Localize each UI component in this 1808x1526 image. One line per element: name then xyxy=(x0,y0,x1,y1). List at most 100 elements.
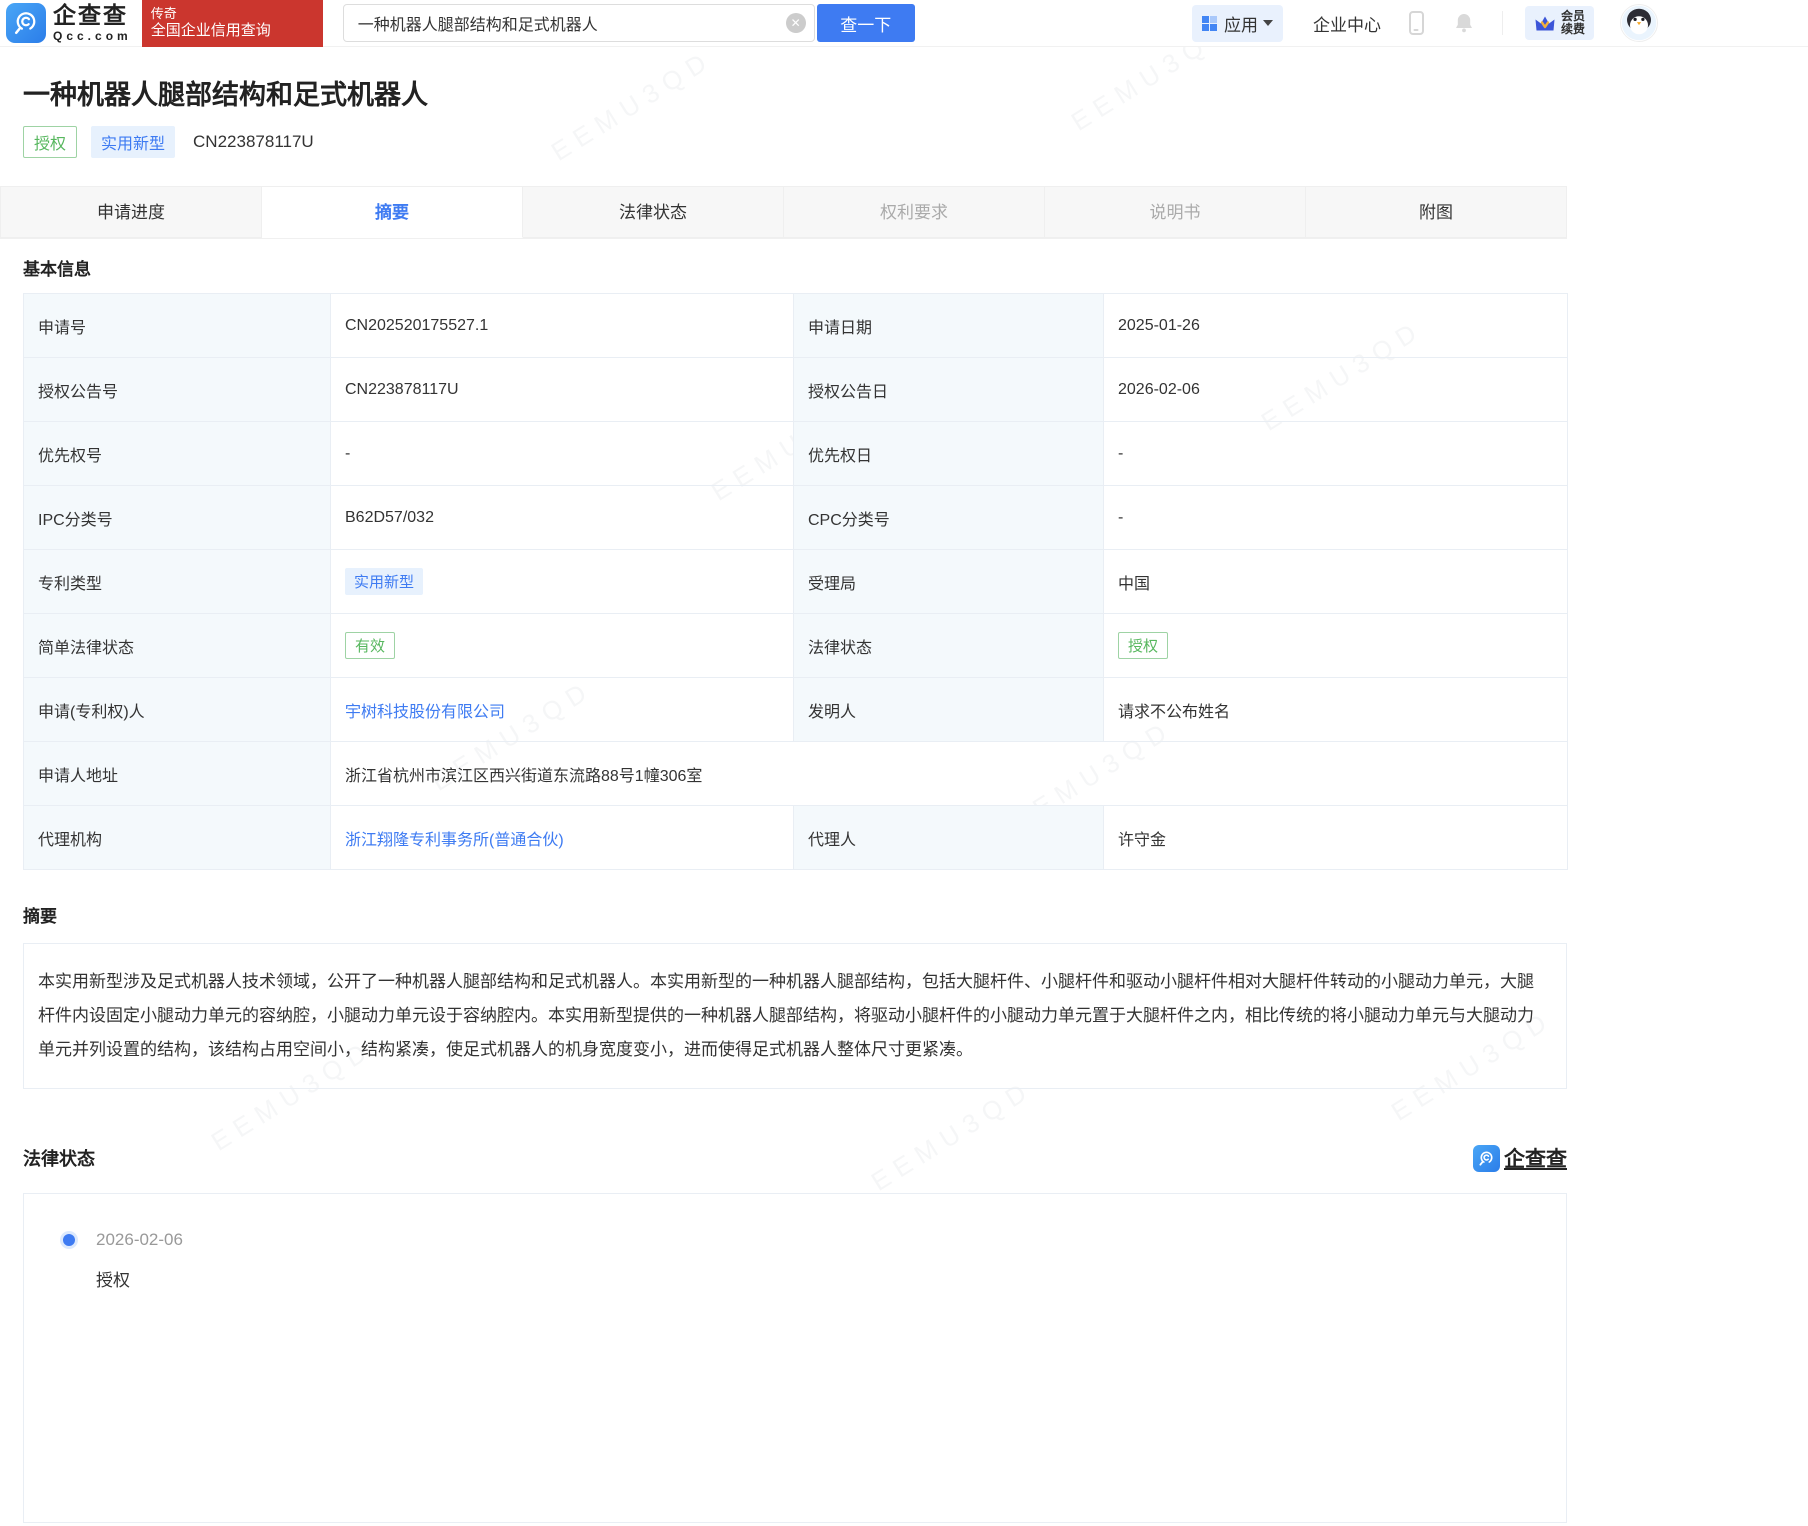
field-value: 许守金 xyxy=(1104,806,1568,870)
page-title: 一种机器人腿部结构和足式机器人 xyxy=(23,73,1567,112)
table-row: 代理机构 浙江翔隆专利事务所(普通合伙) 代理人 许守金 xyxy=(24,806,1568,870)
field-label: 代理人 xyxy=(794,806,1104,870)
table-row: 申请人地址 浙江省杭州市滨江区西兴街道东流路88号1幢306室 xyxy=(24,742,1568,806)
crown-icon xyxy=(1534,14,1556,33)
penguin-avatar-icon xyxy=(1621,5,1657,41)
field-value: 中国 xyxy=(1104,550,1568,614)
ribbon-line2: 全国企业信用查询 xyxy=(151,22,314,40)
field-label: 申请日期 xyxy=(794,294,1104,358)
field-value: 授权 xyxy=(1104,614,1568,678)
qcc-logo-text: 企查查 Qcc.com xyxy=(53,4,132,42)
table-row: 申请(专利权)人 宇树科技股份有限公司 发明人 请求不公布姓名 xyxy=(24,678,1568,742)
user-avatar[interactable] xyxy=(1620,4,1658,42)
timeline-date: 2026-02-06 xyxy=(96,1230,183,1250)
table-row: 简单法律状态 有效 法律状态 授权 xyxy=(24,614,1568,678)
apps-grid-icon xyxy=(1202,16,1217,31)
field-value: 2025-01-26 xyxy=(1104,294,1568,358)
table-row: 优先权号 - 优先权日 - xyxy=(24,422,1568,486)
table-row: IPC分类号 B62D57/032 CPC分类号 - xyxy=(24,486,1568,550)
abstract-text: 本实用新型涉及足式机器人技术领域，公开了一种机器人腿部结构和足式机器人。本实用新… xyxy=(23,943,1567,1089)
field-label: 优先权日 xyxy=(794,422,1104,486)
brand-ribbon: 传奇 全国企业信用查询 xyxy=(142,0,323,47)
header-right-nav: 应用 企业中心 会员 续费 xyxy=(1192,4,1658,42)
field-value: - xyxy=(1104,486,1568,550)
table-row: 授权公告号 CN223878117U 授权公告日 2026-02-06 xyxy=(24,358,1568,422)
field-label: 代理机构 xyxy=(24,806,331,870)
field-label: 简单法律状态 xyxy=(24,614,331,678)
membership-label: 会员 续费 xyxy=(1561,10,1585,36)
field-label: 申请人地址 xyxy=(24,742,331,806)
qcc-brand-mark[interactable]: 企查查 xyxy=(1473,1143,1567,1173)
header-divider xyxy=(1502,11,1503,35)
mobile-app-button[interactable] xyxy=(1409,11,1424,35)
field-label: 申请号 xyxy=(24,294,331,358)
field-value: CN223878117U xyxy=(331,358,794,422)
qcc-logo-icon xyxy=(6,3,46,43)
membership-renew-button[interactable]: 会员 续费 xyxy=(1525,6,1594,40)
chevron-down-icon xyxy=(1263,20,1273,26)
tab-application-progress[interactable]: 申请进度 xyxy=(0,186,262,238)
tab-legal-status[interactable]: 法律状态 xyxy=(523,186,784,238)
timeline-item: 2026-02-06 授权 xyxy=(63,1230,183,1291)
qcc-mini-icon xyxy=(1473,1145,1500,1172)
enterprise-center-link[interactable]: 企业中心 xyxy=(1313,11,1381,36)
applicant-company-link[interactable]: 宇树科技股份有限公司 xyxy=(345,704,505,721)
patent-type-tag[interactable]: 实用新型 xyxy=(345,568,423,595)
field-value: CN202520175527.1 xyxy=(331,294,794,358)
field-value: 有效 xyxy=(331,614,794,678)
patent-detail-page: 一种机器人腿部结构和足式机器人 授权 实用新型 CN223878117U 申请进… xyxy=(0,73,1567,1523)
field-value: 请求不公布姓名 xyxy=(1104,678,1568,742)
field-label: 授权公告日 xyxy=(794,358,1104,422)
search-bar: ✕ 查一下 xyxy=(343,4,915,42)
tab-abstract[interactable]: 摘要 xyxy=(262,186,523,238)
agency-link[interactable]: 浙江翔隆专利事务所(普通合伙) xyxy=(345,832,564,849)
qcc-brand-text: 企查查 xyxy=(1504,1143,1567,1173)
tab-description[interactable]: 说明书 xyxy=(1045,186,1306,238)
abstract-heading: 摘要 xyxy=(23,902,1567,927)
field-label: 授权公告号 xyxy=(24,358,331,422)
patent-type-badge[interactable]: 实用新型 xyxy=(91,126,175,158)
brand-name: 企查查 xyxy=(53,4,132,27)
search-input[interactable] xyxy=(343,4,815,42)
field-label: 法律状态 xyxy=(794,614,1104,678)
publication-number: CN223878117U xyxy=(193,132,314,152)
bell-icon xyxy=(1452,11,1476,35)
legal-status-tag: 授权 xyxy=(1118,632,1168,659)
field-label: 优先权号 xyxy=(24,422,331,486)
ribbon-line1: 传奇 xyxy=(151,6,314,22)
tab-drawings[interactable]: 附图 xyxy=(1306,186,1567,238)
field-value: B62D57/032 xyxy=(331,486,794,550)
table-row: 申请号 CN202520175527.1 申请日期 2025-01-26 xyxy=(24,294,1568,358)
timeline-dot-icon xyxy=(63,1234,75,1246)
field-label: IPC分类号 xyxy=(24,486,331,550)
basic-info-table: 申请号 CN202520175527.1 申请日期 2025-01-26 授权公… xyxy=(23,293,1568,870)
legal-status-timeline: 2026-02-06 授权 xyxy=(23,1193,1567,1523)
top-header: 企查查 Qcc.com 传奇 全国企业信用查询 ✕ 查一下 应用 企业中心 xyxy=(0,0,1808,47)
field-value: 实用新型 xyxy=(331,550,794,614)
tab-claims[interactable]: 权利要求 xyxy=(784,186,1045,238)
patent-badges: 授权 实用新型 CN223878117U xyxy=(23,126,1567,158)
field-value: 浙江省杭州市滨江区西兴街道东流路88号1幢306室 xyxy=(331,742,1568,806)
phone-icon xyxy=(1409,11,1424,35)
field-value: 浙江翔隆专利事务所(普通合伙) xyxy=(331,806,794,870)
clear-search-icon[interactable]: ✕ xyxy=(786,13,806,33)
field-value: - xyxy=(331,422,794,486)
field-label: 发明人 xyxy=(794,678,1104,742)
field-value: 2026-02-06 xyxy=(1104,358,1568,422)
basic-info-heading: 基本信息 xyxy=(23,255,1567,280)
legal-status-heading: 法律状态 xyxy=(23,1145,95,1171)
field-label: 受理局 xyxy=(794,550,1104,614)
legal-status-header: 法律状态 企查查 xyxy=(23,1143,1567,1173)
field-label: 专利类型 xyxy=(24,550,331,614)
field-label: CPC分类号 xyxy=(794,486,1104,550)
status-badge: 授权 xyxy=(23,126,77,158)
notifications-button[interactable] xyxy=(1452,11,1476,35)
search-button[interactable]: 查一下 xyxy=(817,4,915,42)
apps-menu-button[interactable]: 应用 xyxy=(1192,5,1283,42)
field-value: 宇树科技股份有限公司 xyxy=(331,678,794,742)
qcc-logo[interactable]: 企查查 Qcc.com xyxy=(6,3,132,43)
field-value: - xyxy=(1104,422,1568,486)
brand-domain: Qcc.com xyxy=(53,30,132,42)
apps-label: 应用 xyxy=(1224,11,1258,36)
table-row: 专利类型 实用新型 受理局 中国 xyxy=(24,550,1568,614)
